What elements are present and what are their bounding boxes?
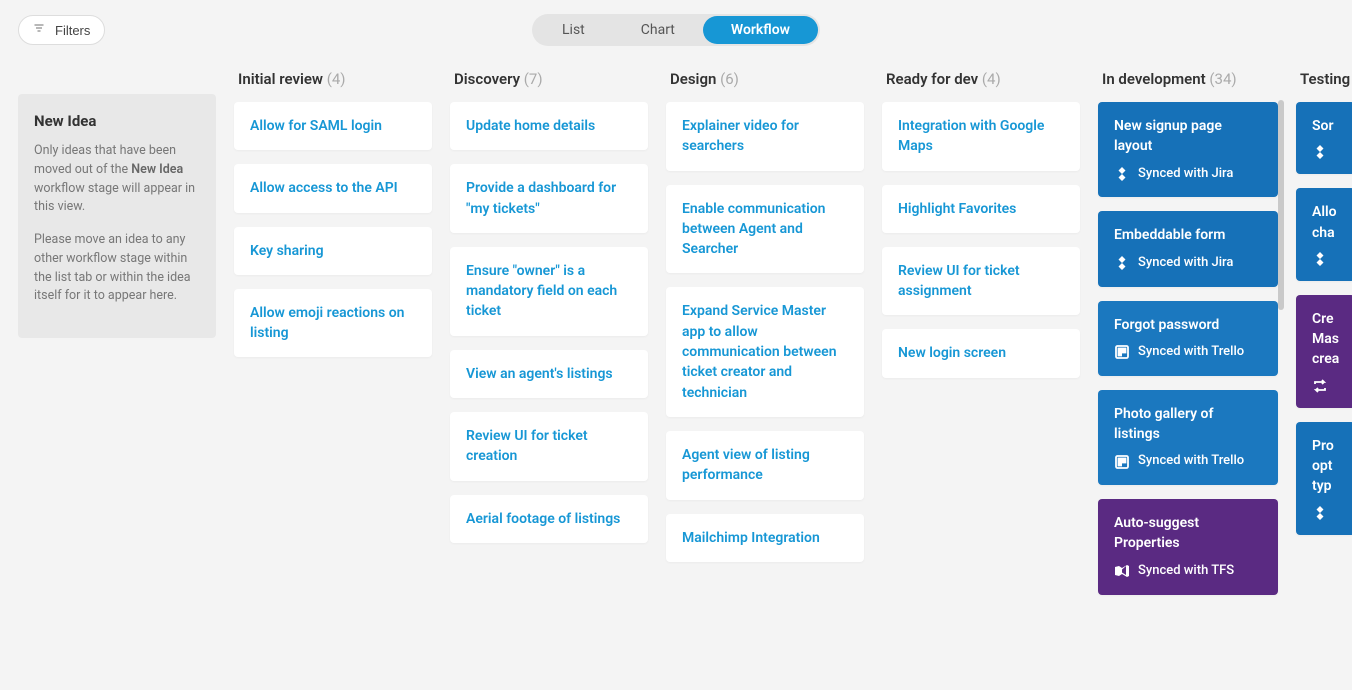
idea-card[interactable]: Expand Service Master app to allow commu… — [666, 287, 864, 416]
card-title: Allo cha — [1312, 202, 1339, 243]
column-initial-review: Initial review (4) Allow for SAML login … — [234, 60, 432, 672]
new-idea-text-1: Only ideas that have been moved out of t… — [34, 142, 200, 217]
idea-card[interactable]: View an agent's listings — [450, 350, 648, 398]
view-tabs: List Chart Workflow — [532, 14, 820, 46]
idea-card[interactable]: Allo cha — [1296, 188, 1352, 281]
jira-icon — [1114, 255, 1130, 271]
column-ready-for-dev: Ready for dev (4) Integration with Googl… — [882, 60, 1080, 672]
idea-card[interactable]: Forgot password Synced with Trello — [1098, 301, 1278, 376]
idea-card[interactable]: Allow access to the API — [234, 164, 432, 212]
idea-card[interactable]: Explainer video for searchers — [666, 102, 864, 171]
column-testing: Testing Sor Allo cha Cre Mas crea Pro opt t… — [1296, 60, 1352, 672]
sync-status — [1312, 378, 1339, 394]
sync-status — [1312, 251, 1339, 267]
column-header: Ready for dev (4) — [882, 60, 1080, 102]
idea-card[interactable]: Embeddable form Synced with Jira — [1098, 211, 1278, 286]
card-title: Photo gallery of listings — [1114, 404, 1262, 445]
sync-status: Synced with Trello — [1114, 452, 1262, 471]
sync-label: Synced with Trello — [1138, 452, 1244, 471]
idea-card[interactable]: Integration with Google Maps — [882, 102, 1080, 171]
idea-card[interactable]: Cre Mas crea — [1296, 295, 1352, 408]
trello-icon — [1114, 344, 1130, 360]
filter-icon — [33, 22, 49, 38]
sync-status: Synced with Jira — [1114, 165, 1262, 184]
tab-workflow[interactable]: Workflow — [703, 16, 818, 44]
idea-card[interactable]: Provide a dashboard for "my tickets" — [450, 164, 648, 233]
column-header: Initial review (4) — [234, 60, 432, 102]
tab-list[interactable]: List — [534, 16, 613, 44]
jira-icon — [1312, 251, 1328, 267]
column-header: Testing — [1296, 60, 1352, 102]
column-header: In development (34) — [1098, 60, 1278, 102]
jira-icon — [1312, 144, 1328, 160]
card-title: Sor — [1312, 116, 1339, 136]
new-idea-title: New Idea — [34, 112, 200, 130]
card-title: Cre Mas crea — [1312, 309, 1339, 370]
trello-icon — [1114, 454, 1130, 470]
idea-card[interactable]: Allow for SAML login — [234, 102, 432, 150]
tfs-icon — [1114, 563, 1130, 579]
kanban-board: New Idea Only ideas that have been moved… — [0, 60, 1352, 690]
idea-card[interactable]: Review UI for ticket creation — [450, 412, 648, 481]
sync-label: Synced with Trello — [1138, 343, 1244, 362]
idea-card[interactable]: Highlight Favorites — [882, 185, 1080, 233]
idea-card[interactable]: Ensure "owner" is a mandatory field on e… — [450, 247, 648, 336]
idea-card[interactable]: Auto-suggest Properties Synced with TFS — [1098, 499, 1278, 594]
jira-icon — [1312, 505, 1328, 521]
column-in-development: In development (34) New signup page layo… — [1098, 60, 1278, 672]
idea-card[interactable]: Sor — [1296, 102, 1352, 174]
new-idea-text-2: Please move an idea to any other workflo… — [34, 231, 200, 306]
sync-status: Synced with Jira — [1114, 254, 1262, 273]
column-new-idea: New Idea Only ideas that have been moved… — [18, 94, 216, 338]
sync-label: Synced with Jira — [1138, 254, 1233, 273]
sync-status — [1312, 144, 1339, 160]
idea-card[interactable]: New login screen — [882, 329, 1080, 377]
idea-card[interactable]: Enable communication between Agent and S… — [666, 185, 864, 274]
column-discovery: Discovery (7) Update home details Provid… — [450, 60, 648, 672]
idea-card[interactable]: Mailchimp Integration — [666, 514, 864, 562]
jira-icon — [1114, 166, 1130, 182]
idea-card[interactable]: Review UI for ticket assignment — [882, 247, 1080, 316]
sync-status: Synced with TFS — [1114, 562, 1262, 581]
column-header: Design (6) — [666, 60, 864, 102]
filters-label: Filters — [55, 23, 90, 38]
idea-card[interactable]: Pro opt typ — [1296, 422, 1352, 535]
card-title: Auto-suggest Properties — [1114, 513, 1262, 554]
idea-card[interactable]: Photo gallery of listings Synced with Tre… — [1098, 390, 1278, 485]
filters-button[interactable]: Filters — [18, 15, 105, 45]
sync-label: Synced with Jira — [1138, 165, 1233, 184]
idea-card[interactable]: Aerial footage of listings — [450, 495, 648, 543]
column-design: Design (6) Explainer video for searchers… — [666, 60, 864, 672]
idea-card[interactable]: Update home details — [450, 102, 648, 150]
card-title: New signup page layout — [1114, 116, 1262, 157]
tfs-icon — [1312, 378, 1328, 394]
idea-card[interactable]: Allow emoji reactions on listing — [234, 289, 432, 358]
card-title: Embeddable form — [1114, 225, 1262, 245]
sync-label: Synced with TFS — [1138, 562, 1234, 581]
column-header: Discovery (7) — [450, 60, 648, 102]
sync-status: Synced with Trello — [1114, 343, 1262, 362]
card-title: Forgot password — [1114, 315, 1262, 335]
tab-chart[interactable]: Chart — [613, 16, 703, 44]
idea-card[interactable]: Key sharing — [234, 227, 432, 275]
idea-card[interactable]: Agent view of listing performance — [666, 431, 864, 500]
card-title: Pro opt typ — [1312, 436, 1339, 497]
sync-status — [1312, 505, 1339, 521]
idea-card[interactable]: New signup page layout Synced with Jira — [1098, 102, 1278, 197]
vertical-scrollbar[interactable] — [1278, 100, 1284, 310]
